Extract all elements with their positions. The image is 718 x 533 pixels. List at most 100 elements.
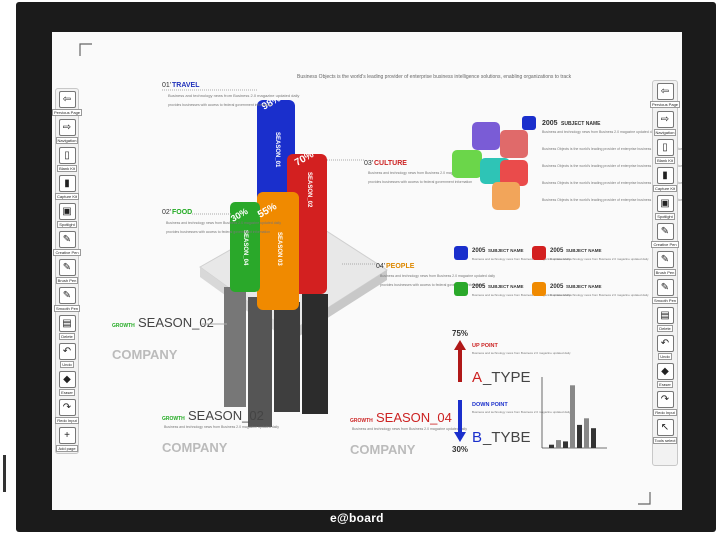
tool-label: Add page [56,445,78,452]
save-icon: ▤ [656,307,674,324]
tool-page-dark-button[interactable]: ▮ Capture Kit [55,175,80,200]
up-point-label: UP POINT [472,343,499,349]
tool-pen-button[interactable]: ✎ Creative Pen [53,231,81,256]
arrow-right-icon: ⇨ [58,119,76,136]
tool-label: Redo Input [55,417,79,424]
tool-undo-button[interactable]: ↶ Undo [56,343,78,368]
tool-undo-button[interactable]: ↶ Undo [653,335,677,360]
down-point-label: DOWN POINT [472,402,508,408]
tool-arrow-left-button[interactable]: ⇦ Pervious Page [650,83,681,108]
up-arrow-icon [454,340,466,382]
tool-label: Eraser [657,381,673,388]
tool-screen-button[interactable]: ▣ Spotlight [653,195,677,220]
left-toolbar: ⇦ Pervious Page ⇨ Navigation ▯ Blank Kit ▮ Capt… [52,88,83,454]
tool-redo-button[interactable]: ↷ Redo Input [55,399,79,424]
page-icon: ▯ [58,147,76,164]
label-season-03: SEASON 03 [276,232,282,266]
travel-bullet1: Business and technology news from Busine… [168,93,299,98]
tool-pen-button[interactable]: ✎ Smooth Pen [54,287,81,312]
growth-label-1: GROWTH [112,323,135,329]
down-arrow-icon [454,400,466,442]
tool-save-button[interactable]: ▤ Delete [653,307,677,332]
down-point-desc: Business and technology news from Busine… [472,410,571,414]
tool-arrow-right-button[interactable]: ⇨ Navigation [653,111,677,136]
pct-bottom: 30% [452,445,468,454]
subject-year-d: 2005 [550,284,564,290]
tool-add-button[interactable]: + Add page [56,427,78,452]
tool-label: Brush Pen [55,277,79,284]
tool-pen-button[interactable]: ✎ Creative Pen [651,223,679,248]
brand-logo: e@board [330,511,384,525]
page-dark-icon: ▮ [58,175,76,192]
eraser-icon: ◆ [656,363,674,380]
company-1: COMPANY [112,347,178,362]
pen-icon: ✎ [656,279,674,296]
tool-eraser-button[interactable]: ◆ Eraser [56,371,78,396]
subject-small-b: Business and technology news from Busine… [550,257,649,261]
tool-label: Smooth Pen [652,297,679,304]
tool-label: Creative Pen [651,241,679,248]
tool-page-button[interactable]: ▯ Blank Kit [653,139,677,164]
tool-label: Delete [657,325,673,332]
tool-pen-button[interactable]: ✎ Brush Pen [55,259,79,284]
season-04-desc: Business and technology news from Busine… [352,427,467,431]
season-04-title: SEASON_04 [376,410,452,425]
puzzle-piece-green [452,150,482,178]
travel-title: TRAVEL [172,82,200,89]
redo-icon: ↷ [58,399,76,416]
tool-label: Pervious Page [52,109,83,116]
tool-page-button[interactable]: ▯ Blank Kit [56,147,78,172]
tool-redo-button[interactable]: ↷ Redo Input [653,391,677,416]
undo-icon: ↶ [58,343,76,360]
tool-label: Blank Kit [655,157,675,164]
subject-icon-blue [454,246,468,260]
tool-pen-button[interactable]: ✎ Smooth Pen [652,279,679,304]
tool-pointer-button[interactable]: ↖ Tools select [652,419,678,444]
tool-save-button[interactable]: ▤ Delete [56,315,78,340]
mini-bar [563,441,568,448]
right-toolbar: ⇦ Pervious Page ⇨ Navigation ▯ Blank Kit ▮ Capt… [650,80,681,466]
puzzle-icon-blue [522,116,536,130]
tool-arrow-left-button[interactable]: ⇦ Pervious Page [52,91,83,116]
page-icon: ▯ [656,139,674,156]
tool-screen-button[interactable]: ▣ Spotlight [56,203,78,228]
tool-arrow-right-button[interactable]: ⇨ Navigation [55,119,79,144]
screen-icon: ▣ [656,195,674,212]
pen-icon: ✎ [58,287,76,304]
tool-pen-button[interactable]: ✎ Brush Pen [653,251,677,276]
mini-bar [591,428,596,448]
tool-label: Redo Input [653,409,677,416]
tool-eraser-button[interactable]: ◆ Eraser [653,363,677,388]
subject-desc-1: Business and technology news from Busine… [542,130,657,134]
culture-bullet2: provides businesses with access to feder… [368,180,472,184]
arrow-left-icon: ⇦ [656,83,674,100]
tool-label: Spotlight [655,213,675,220]
grey-shaft-3 [274,302,300,412]
a-type: _TYPE [482,369,531,386]
tool-page-dark-button[interactable]: ▮ Capture Kit [653,167,678,192]
arrow-left-icon: ⇦ [58,91,76,108]
intro-text: Business Objects is the world's leading … [297,74,572,80]
tool-label: Navigation [55,137,79,144]
mini-bar [556,440,561,448]
subject-icon-red [532,246,546,260]
up-point-desc: Business and technology news from Busine… [472,351,571,355]
puzzle-piece-orange [492,182,520,210]
subject-icon-orange [532,282,546,296]
pen-icon: ✎ [656,223,674,240]
b-letter: B [472,429,482,446]
mini-bar-chart [549,385,596,448]
season-02-title-2: SEASON_02 [188,408,264,423]
tool-label: Undo [658,353,672,360]
food-title: FOOD [172,209,192,216]
tool-label: Smooth Pen [54,305,81,312]
a-letter: A [472,369,482,386]
tool-label: Spotlight [57,221,77,228]
season-02-desc-2: Business and technology news from Busine… [164,425,279,429]
mini-bar [549,444,554,448]
people-title: PEOPLE [386,263,415,270]
pen-icon: ✎ [58,259,76,276]
label-season-04: SEASON_04 [242,230,248,266]
puzzle-piece-purple [472,122,500,150]
label-season-02: SEASON_02 [306,172,312,208]
